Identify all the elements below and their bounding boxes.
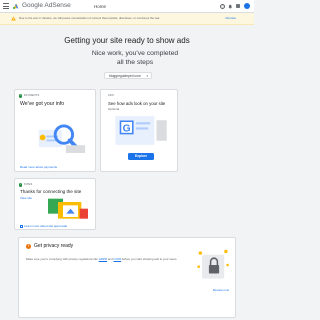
apps-grid-icon[interactable] xyxy=(235,3,241,9)
help-icon[interactable]: ? xyxy=(220,3,225,9)
notifications-icon[interactable] xyxy=(228,4,233,9)
ccpa-link[interactable]: CCPA xyxy=(114,257,122,261)
ads-card: ADS See how ads look on your site Option… xyxy=(100,89,178,172)
sites-card-title: Thanks for connecting the site xyxy=(20,189,82,194)
site-selector-value: bloggerguideperi.com xyxy=(109,74,141,78)
check-icon: ✓ xyxy=(19,183,23,187)
banner-text: Due to the war in Ukraine, we will pause… xyxy=(19,16,161,20)
external-link-icon xyxy=(20,224,23,228)
review-now-link[interactable]: Review now xyxy=(213,288,229,292)
main-subheading: Nice work, you've completed all the step… xyxy=(91,50,179,66)
ads-card-title: See how ads look on your site xyxy=(108,101,166,106)
top-app-bar: Google AdSense Home ? xyxy=(0,0,254,13)
read-more-payments-link[interactable]: Read more about payments xyxy=(20,165,57,169)
brand-name: Google AdSense xyxy=(22,2,71,9)
ads-preview-illustration-icon: G xyxy=(115,116,167,145)
sites-illustration-icon xyxy=(48,198,88,219)
svg-text:G: G xyxy=(123,124,131,135)
alert-icon: ! xyxy=(26,244,31,249)
chevron-down-icon: ▾ xyxy=(146,74,148,78)
sites-status-label: SITES xyxy=(23,183,33,186)
ads-card-desc: Optional xyxy=(108,107,120,111)
privacy-card: ! Get privacy ready Make sure you're com… xyxy=(18,237,236,318)
payments-card-title: We've got your info xyxy=(20,101,65,107)
ads-status-label: ADS xyxy=(108,94,114,97)
payments-card: ✓ PAYMENTS We've got your info Read more… xyxy=(14,89,96,172)
payments-status: ✓ PAYMENTS xyxy=(19,94,39,98)
privacy-lock-illustration-icon xyxy=(197,249,229,279)
sites-status: ✓ SITES xyxy=(19,183,32,187)
gdpr-link[interactable]: GDPR xyxy=(99,257,107,261)
adsense-logo-icon xyxy=(12,3,19,10)
ads-status: ADS xyxy=(108,94,114,98)
learn-more-site-approvals-link[interactable]: Learn more about site approvals xyxy=(20,224,67,228)
explore-button[interactable]: Explore xyxy=(128,153,154,160)
privacy-text: Make sure you're complying with privacy … xyxy=(26,257,182,261)
privacy-title: Get privacy ready xyxy=(34,243,74,249)
page-title: Home xyxy=(94,3,107,9)
check-icon: ✓ xyxy=(19,94,23,98)
payments-status-label: PAYMENTS xyxy=(23,94,40,97)
dismiss-button[interactable]: Dismiss xyxy=(226,16,237,21)
privacy-text-end: before you start showing ads to your use… xyxy=(121,257,178,261)
privacy-text-part: Make sure you're complying with privacy … xyxy=(26,257,99,261)
avatar[interactable] xyxy=(243,2,250,10)
site-selector[interactable]: bloggerguideperi.com ▾ xyxy=(104,72,152,79)
learn-more-label: Learn more about site approvals xyxy=(24,224,68,228)
war-notice-banner: Due to the war in Ukraine, we will pause… xyxy=(0,13,254,25)
sites-card: ✓ SITES Thanks for connecting the site V… xyxy=(14,178,96,230)
main-heading: Getting your site ready to show ads xyxy=(64,36,190,45)
view-site-link[interactable]: View site xyxy=(20,196,32,200)
menu-icon[interactable] xyxy=(3,3,9,9)
warning-icon xyxy=(11,16,16,21)
payments-illustration-icon xyxy=(38,124,86,153)
